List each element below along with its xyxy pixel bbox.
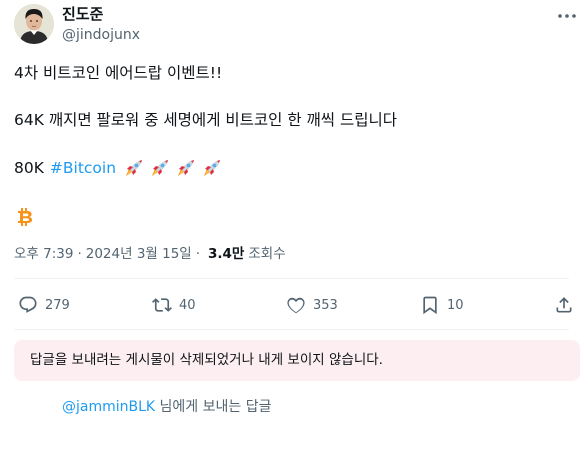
rocket-icon <box>126 160 143 176</box>
bookmark-count: 10 <box>447 297 464 313</box>
more-options-button[interactable] <box>556 6 578 26</box>
hashtag-link[interactable]: #Bitcoin <box>50 158 116 178</box>
mention-link[interactable]: @jamminBLK <box>62 399 155 415</box>
more-dots-icon <box>558 14 576 18</box>
reply-count: 279 <box>45 297 70 313</box>
author-name[interactable]: 진도준 <box>62 5 103 23</box>
share-icon <box>556 297 572 313</box>
divider <box>14 278 569 279</box>
bookmark-icon <box>423 296 437 315</box>
replying-to-suffix: 님에게 보내는 답글 <box>155 399 272 415</box>
price-text: 80K <box>14 159 44 177</box>
author-handle[interactable]: @jindojunx <box>62 26 140 44</box>
repost-button[interactable]: 40 <box>152 295 196 315</box>
repost-count: 40 <box>179 297 196 313</box>
reply-button[interactable]: 279 <box>18 295 70 315</box>
share-button[interactable] <box>554 295 574 315</box>
reply-icon <box>19 296 37 313</box>
views-label: 조회수 <box>248 246 286 262</box>
rocket-icon <box>178 160 195 176</box>
replying-to: @jamminBLK 님에게 보내는 답글 <box>62 398 271 416</box>
repost-icon <box>152 298 172 312</box>
like-button[interactable]: 353 <box>286 295 338 315</box>
avatar[interactable] <box>14 4 54 44</box>
heart-icon <box>287 297 305 314</box>
tweet-text-line-3: 80K #Bitcoin <box>14 158 222 178</box>
avatar-portrait-icon <box>14 4 54 44</box>
rocket-icon <box>152 160 169 176</box>
tweet-time-link[interactable]: 오후 7:39 · 2024년 3월 15일 <box>14 245 192 263</box>
action-bar: 279 40 353 10 <box>0 292 583 318</box>
like-count: 353 <box>313 297 338 313</box>
bitcoin-emoji-icon <box>18 208 33 226</box>
tweet-text-line-2: 64K 깨지면 팔로워 중 세명에게 비트코인 한 깨씩 드립니다 <box>14 111 398 129</box>
bookmark-button[interactable]: 10 <box>420 295 464 315</box>
tweet-meta: 오후 7:39 · 2024년 3월 15일 · 3.4만 조회수 <box>14 245 286 263</box>
views-count: 3.4만 <box>208 246 245 262</box>
divider <box>14 329 569 330</box>
rocket-icon <box>204 160 221 176</box>
meta-separator: · <box>195 246 201 262</box>
rocket-emojis <box>118 158 222 178</box>
reply-unavailable-notice: 답글을 보내려는 게시물이 삭제되었거나 내게 보이지 않습니다. <box>14 340 580 381</box>
tweet-text-line-1: 4차 비트코인 에어드랍 이벤트!! <box>14 64 223 82</box>
